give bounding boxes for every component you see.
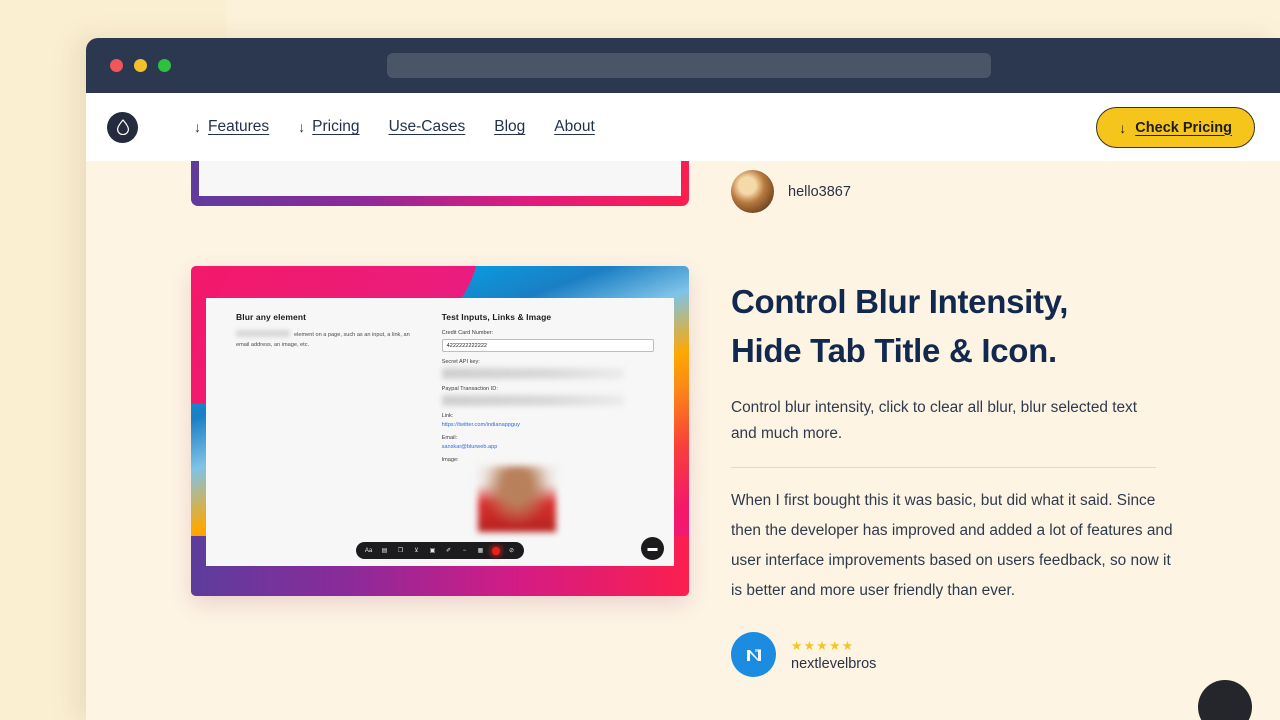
avatar xyxy=(731,632,776,678)
nav-item-about[interactable]: About xyxy=(554,118,595,136)
demo-right-heading: Test Inputs, Links & Image xyxy=(441,312,552,322)
nav-item-use-cases[interactable]: Use-Cases xyxy=(389,118,466,136)
water-drop-icon xyxy=(116,119,129,135)
review-quote: When I first bought this it was basic, b… xyxy=(731,491,1173,600)
color-swatch-icon[interactable] xyxy=(492,546,500,555)
paypal-transaction-label: Paypal Transaction ID: xyxy=(441,386,498,392)
previous-demo-screenshot xyxy=(199,161,681,196)
check-circle-icon[interactable]: ⊘ xyxy=(507,546,516,555)
nav-item-label: Features xyxy=(208,118,270,135)
text-size-icon[interactable]: Aa xyxy=(364,546,373,555)
maximize-window-icon[interactable] xyxy=(158,59,171,72)
credit-card-input[interactable]: 4222222222222 xyxy=(441,339,654,352)
previous-reviewer: hello3867 xyxy=(731,170,851,213)
nav-item-blog[interactable]: Blog xyxy=(494,118,525,136)
nav-item-label: Pricing xyxy=(312,118,360,135)
site-navbar: ↓ Features ↓ Pricing Use-Cases Blog Abou… xyxy=(86,93,1280,161)
check-pricing-button[interactable]: ↓ Check Pricing xyxy=(1096,107,1255,148)
nextlevelbros-logo-icon xyxy=(746,648,761,661)
check-pricing-label: Check Pricing xyxy=(1135,119,1232,136)
arrow-down-icon: ↓ xyxy=(1119,119,1127,136)
frame-select-icon[interactable]: ▣ xyxy=(428,546,437,555)
secret-api-key-input[interactable] xyxy=(441,368,625,379)
demo-right-column: Test Inputs, Links & Image Credit Card N… xyxy=(441,312,654,532)
page-backdrop-top-right xyxy=(226,0,1280,38)
feature-subtitle: Control blur intensity, click to clear a… xyxy=(731,399,1138,443)
reviewer-meta: ★★★★★ nextlevelbros xyxy=(791,638,876,672)
feature-title: Control Blur Intensity, Hide Tab Title &… xyxy=(731,278,1186,375)
star-rating: ★★★★★ xyxy=(791,638,855,653)
previous-reviewer-name: hello3867 xyxy=(788,183,851,200)
eraser-icon[interactable]: ✐ xyxy=(444,546,453,555)
nav-item-features[interactable]: ↓ Features xyxy=(194,118,269,136)
nav-links: ↓ Features ↓ Pricing Use-Cases Blog Abou… xyxy=(194,118,595,136)
image-label: Image: xyxy=(441,457,459,463)
credit-card-label: Credit Card Number: xyxy=(441,330,494,336)
close-window-icon[interactable] xyxy=(110,59,123,72)
demo-card: Blur any element element on a page, such… xyxy=(191,266,689,596)
address-bar-input[interactable] xyxy=(387,53,991,78)
save-icon[interactable]: ▤ xyxy=(380,546,389,555)
brand-logo[interactable] xyxy=(107,111,138,143)
arrow-down-icon: ↓ xyxy=(298,119,306,135)
browser-window: ↓ Features ↓ Pricing Use-Cases Blog Abou… xyxy=(86,38,1280,720)
browser-chrome-bar xyxy=(86,38,1280,93)
nav-item-label: Use-Cases xyxy=(388,118,466,135)
chat-widget-icon[interactable] xyxy=(1198,680,1252,720)
reviewer: ★★★★★ nextlevelbros xyxy=(731,632,1186,678)
arrow-down-icon: ↓ xyxy=(194,119,201,135)
demo-left-paragraph: element on a page, such as an input, a l… xyxy=(236,330,424,351)
copy-icon[interactable]: ❐ xyxy=(396,546,405,555)
minus-icon[interactable]: − xyxy=(460,546,469,555)
feature-text-column: Control Blur Intensity, Hide Tab Title &… xyxy=(731,278,1186,678)
nav-item-label: Blog xyxy=(494,118,526,135)
link-label: Link: xyxy=(441,413,454,419)
demo-screenshot: Blur any element element on a page, such… xyxy=(206,298,674,566)
feature-title-line2: Hide Tab Title & Icon. xyxy=(731,331,1057,369)
minimize-window-icon[interactable] xyxy=(134,59,147,72)
demo-floating-toolbar: Aa ▤ ❐ ⊻ ▣ ✐ − ▦ ⊘ xyxy=(356,542,524,559)
secret-api-key-label: Secret API key: xyxy=(441,359,480,365)
traffic-lights xyxy=(110,59,171,72)
page-backdrop-left xyxy=(0,0,86,720)
demo-link[interactable]: https://twitter.com/indianappguy xyxy=(442,422,654,428)
blur-brush-icon[interactable]: ⊻ xyxy=(412,546,421,555)
blurred-photo xyxy=(477,466,556,532)
demo-email[interactable]: sanskar@blurweb.app xyxy=(442,444,654,450)
avatar xyxy=(731,170,774,213)
intensity-icon[interactable]: ▦ xyxy=(476,546,485,555)
feature-title-line1: Control Blur Intensity, xyxy=(731,283,1069,320)
demo-columns: Blur any element element on a page, such… xyxy=(206,298,674,532)
chat-bubble-icon[interactable]: ▬ xyxy=(641,537,664,560)
paypal-transaction-input[interactable] xyxy=(441,395,625,406)
reviewer-name: nextlevelbros xyxy=(791,655,877,672)
email-label: Email: xyxy=(441,435,458,441)
page-content: hello3867 Blur any element element on a … xyxy=(86,161,1280,720)
previous-demo-card xyxy=(191,161,689,206)
nav-item-pricing[interactable]: ↓ Pricing xyxy=(298,118,359,136)
nav-item-label: About xyxy=(554,118,595,135)
demo-left-column: Blur any element element on a page, such… xyxy=(226,312,424,532)
blurred-text-chip xyxy=(236,330,290,337)
demo-left-heading: Blur any element xyxy=(236,312,307,322)
divider xyxy=(731,466,1156,468)
